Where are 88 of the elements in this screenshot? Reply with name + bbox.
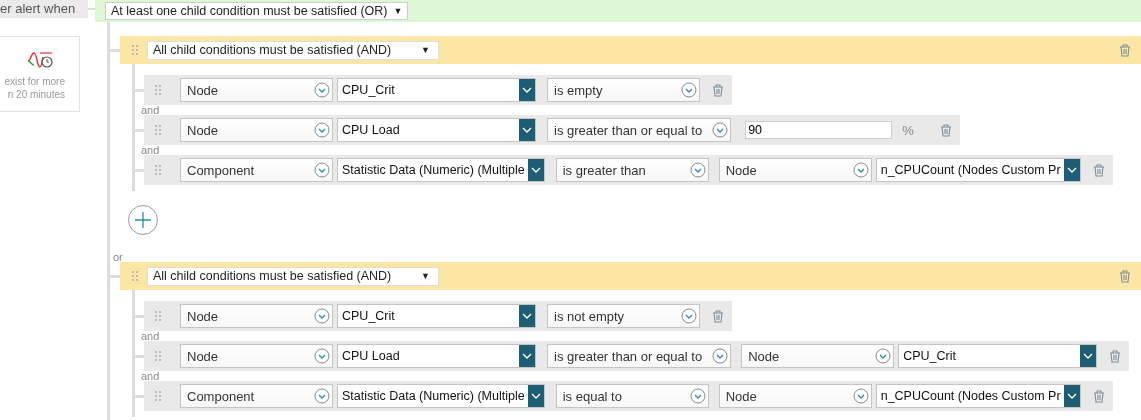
section-label: er alert when — [0, 0, 88, 18]
chevron-down-icon — [530, 167, 541, 173]
chevron-circle-icon — [712, 122, 729, 138]
chevron-circle-icon — [689, 162, 706, 178]
and-label: and — [141, 145, 160, 155]
property-combo[interactable]: CPU_Crit — [337, 304, 536, 328]
drag-handle-icon[interactable] — [155, 85, 161, 95]
card-text: exist for more n 20 minutes — [4, 75, 66, 101]
entity-select[interactable]: Node — [718, 384, 872, 408]
property-combo[interactable]: n_CPUCount (Nodes Custom Pr — [875, 158, 1081, 182]
property-combo[interactable]: n_CPUCount (Nodes Custom Pr — [875, 384, 1081, 408]
property-combo[interactable]: Statistic Data (Numeric) (Multiple — [337, 384, 545, 408]
delete-icon[interactable] — [1119, 269, 1131, 283]
dropdown-button[interactable] — [519, 119, 535, 141]
entity-select[interactable]: Node — [741, 344, 895, 368]
delete-icon[interactable] — [712, 309, 724, 323]
and-label: and — [141, 371, 160, 381]
drag-handle-icon[interactable] — [155, 125, 161, 135]
operator-select[interactable]: is empty — [547, 78, 700, 102]
dropdown-button[interactable] — [519, 79, 535, 101]
delete-icon[interactable] — [712, 83, 724, 97]
chevron-down-icon — [1066, 167, 1077, 173]
condition-type-dropdown[interactable]: At least one child condition must be satisfied (OR) ▼ — [105, 2, 409, 20]
property-combo[interactable]: CPU Load — [337, 344, 536, 368]
chevron-circle-icon — [681, 82, 697, 98]
chevron-circle-icon — [852, 388, 869, 404]
property-combo[interactable]: CPU_Crit — [337, 78, 536, 102]
chevron-down-icon — [1066, 393, 1077, 399]
entity-select[interactable]: Node — [180, 304, 333, 328]
operator-select[interactable]: is not empty — [547, 304, 700, 328]
and-label: and — [141, 331, 160, 341]
condition-type-dropdown[interactable]: All child conditions must be satisfied (AND) ▼ — [147, 266, 439, 286]
chevron-down-icon — [522, 353, 532, 359]
value-input[interactable]: 90 — [745, 121, 893, 139]
chevron-circle-icon — [689, 388, 706, 404]
dropdown-button[interactable] — [1063, 159, 1080, 181]
chevron-circle-icon — [314, 162, 330, 178]
add-condition-button[interactable] — [128, 205, 158, 235]
property-combo[interactable]: Statistic Data (Numeric) (Multiple — [337, 158, 545, 182]
entity-select[interactable]: Component — [180, 384, 333, 408]
drag-handle-icon[interactable] — [132, 45, 138, 55]
chevron-circle-icon — [314, 82, 330, 98]
operator-select[interactable]: is greater than — [555, 158, 709, 182]
dropdown-button[interactable] — [1080, 345, 1097, 367]
chevron-down-icon — [522, 127, 532, 133]
dropdown-button[interactable] — [519, 345, 535, 367]
delete-icon[interactable] — [939, 123, 952, 137]
chevron-circle-icon — [314, 122, 330, 138]
chevron-circle-icon — [314, 348, 330, 364]
chevron-circle-icon — [712, 348, 729, 364]
delete-icon[interactable] — [1092, 389, 1105, 403]
and-label: and — [141, 105, 160, 115]
unit-label: % — [902, 122, 914, 138]
entity-select[interactable]: Node — [180, 118, 333, 142]
plus-icon — [133, 210, 153, 230]
entity-select[interactable]: Node — [718, 158, 872, 182]
chevron-down-icon — [530, 393, 541, 399]
chevron-circle-icon — [314, 308, 330, 324]
chevron-down-icon — [1083, 353, 1094, 359]
chevron-circle-icon — [681, 308, 697, 324]
or-label: or — [113, 253, 124, 262]
delete-icon[interactable] — [1109, 349, 1122, 363]
delete-icon[interactable] — [1092, 163, 1105, 177]
drag-handle-icon[interactable] — [155, 165, 161, 175]
operator-select[interactable]: is greater than or equal to — [547, 344, 732, 368]
operator-select[interactable]: is equal to — [555, 384, 709, 408]
property-combo[interactable]: CPU Load — [337, 118, 536, 142]
chevron-circle-icon — [314, 388, 330, 404]
chevron-down-icon — [522, 87, 532, 93]
condition-type-dropdown[interactable]: All child conditions must be satisfied (AND) ▼ — [147, 40, 439, 60]
drag-handle-icon[interactable] — [155, 351, 161, 361]
drag-handle-icon[interactable] — [155, 311, 161, 321]
dropdown-button[interactable] — [519, 305, 535, 327]
delete-icon[interactable] — [1119, 43, 1131, 57]
chevron-circle-icon — [852, 162, 869, 178]
entity-select[interactable]: Component — [180, 158, 333, 182]
dropdown-button[interactable] — [527, 159, 544, 181]
chevron-circle-icon — [875, 348, 892, 364]
drag-handle-icon[interactable] — [155, 391, 161, 401]
operator-select[interactable]: is greater than or equal to — [547, 118, 732, 142]
drag-handle-icon[interactable] — [132, 271, 138, 281]
entity-select[interactable]: Node — [180, 78, 333, 102]
dropdown-button[interactable] — [527, 385, 544, 407]
chevron-down-icon — [522, 313, 532, 319]
entity-select[interactable]: Node — [180, 344, 333, 368]
wave-clock-icon — [26, 51, 53, 69]
property-combo[interactable]: CPU_Crit — [898, 344, 1098, 368]
dropdown-button[interactable] — [1063, 385, 1080, 407]
